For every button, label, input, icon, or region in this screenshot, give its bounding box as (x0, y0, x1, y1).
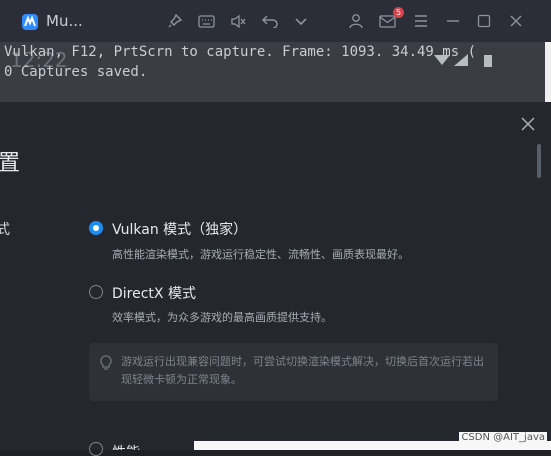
notification-badge: 5 (393, 7, 404, 18)
console-line-2: 0 Captures saved. (4, 64, 148, 80)
maximize-icon[interactable] (475, 12, 493, 30)
undo-icon[interactable] (261, 12, 279, 30)
render-mode-label: 式 (0, 222, 10, 238)
user-icon[interactable] (347, 12, 365, 30)
app-logo-icon (22, 14, 38, 30)
chevron-down-icon[interactable] (292, 12, 310, 30)
vulkan-option-desc: 高性能渲染模式，游戏运行稳定性、流畅性、画质表现最好。 (112, 248, 409, 261)
minimize-icon[interactable] (444, 12, 462, 30)
console-line-1: Vulkan, F12, PrtScrn to capture. Frame: … (4, 44, 477, 60)
status-icons (434, 52, 494, 72)
directx-radio[interactable] (89, 285, 103, 299)
performance-option-label[interactable]: 性能 (112, 442, 140, 450)
render-tip-box: 游戏运行出现兼容问题时，可尝试切换渲染模式解决，切换后首次运行若出现轻微卡顿为正… (89, 343, 498, 401)
watermark: CSDN @AIT_java (459, 432, 547, 443)
keyboard-icon[interactable] (197, 12, 215, 30)
pin-icon[interactable] (166, 12, 184, 30)
mute-icon[interactable] (229, 12, 247, 30)
directx-option-label[interactable]: DirectX 模式 (112, 283, 196, 303)
tip-text: 游戏运行出现兼容问题时，可尝试切换渲染模式解决，切换后首次运行若出现轻微卡顿为正… (121, 355, 484, 386)
lightbulb-icon (99, 355, 113, 375)
app-title: Mu... (46, 12, 83, 30)
vulkan-radio[interactable] (89, 221, 103, 235)
menu-icon[interactable] (412, 12, 430, 30)
performance-radio[interactable] (89, 442, 103, 456)
close-icon[interactable] (519, 115, 537, 133)
dialog-scrollbar[interactable] (537, 144, 541, 178)
console-edge (545, 42, 551, 102)
directx-option-desc: 效率模式，为众多游戏的最高画质提供支持。 (112, 311, 332, 324)
settings-dialog: 置 式 Vulkan 模式（独家） 高性能渲染模式，游戏运行稳定性、流畅性、画质… (0, 102, 551, 456)
vulkan-option-label[interactable]: Vulkan 模式（独家） (112, 219, 247, 239)
window-titlebar: Mu... 5 (0, 0, 551, 42)
dialog-title: 置 (0, 151, 21, 176)
close-window-icon[interactable] (507, 12, 525, 30)
emulator-console: 12:22 Vulkan, F12, PrtScrn to capture. F… (0, 42, 551, 102)
